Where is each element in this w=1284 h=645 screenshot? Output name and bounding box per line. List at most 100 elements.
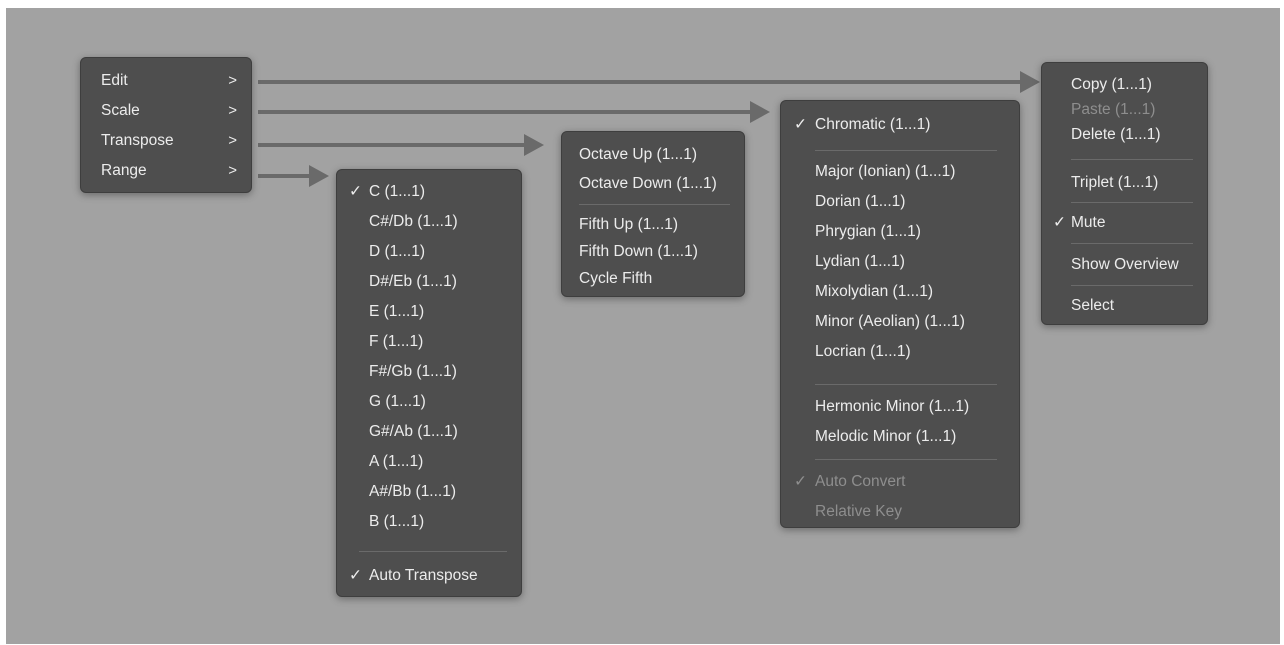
checkmark-icon: ✓ [349, 567, 362, 584]
scale-arrow-head [750, 101, 770, 123]
range-item-label: G#/Ab (1...1) [369, 423, 458, 440]
edit-item-delete[interactable]: Delete (1...1) [1042, 120, 1207, 150]
scale-item-chromatic[interactable]: ✓ Chromatic (1...1) [781, 110, 1019, 140]
edit-submenu: Copy (1...1) Paste (1...1) Delete (1...1… [1041, 62, 1208, 325]
main-menu-item-edit[interactable]: Edit > [81, 66, 251, 96]
scale-item-melodic-minor[interactable]: Melodic Minor (1...1) [781, 422, 1019, 452]
transpose-item-label: Octave Down (1...1) [579, 175, 717, 192]
edit-item-show-overview[interactable]: Show Overview [1042, 250, 1207, 280]
range-item-label: F (1...1) [369, 333, 424, 350]
transpose-item-cycle-fifth[interactable]: Cycle Fifth [562, 264, 744, 294]
scale-item-major-ionian[interactable]: Major (Ionian) (1...1) [781, 157, 1019, 187]
edit-arrow-head [1020, 71, 1040, 93]
range-item-label: B (1...1) [369, 513, 425, 530]
scale-item-harmonic-minor[interactable]: Hermonic Minor (1...1) [781, 392, 1019, 422]
menu-separator [815, 459, 997, 460]
scale-item-relative-key: Relative Key [781, 497, 1019, 527]
main-menu-item-label: Range [101, 162, 147, 179]
range-item-csharp-db[interactable]: C#/Db (1...1) [337, 207, 521, 237]
range-item-a[interactable]: A (1...1) [337, 447, 521, 477]
range-item-gsharp-ab[interactable]: G#/Ab (1...1) [337, 417, 521, 447]
scale-item-mixolydian[interactable]: Mixolydian (1...1) [781, 277, 1019, 307]
edit-item-triplet[interactable]: Triplet (1...1) [1042, 168, 1207, 198]
chevron-right-icon: > [228, 162, 237, 179]
transpose-item-label: Fifth Up (1...1) [579, 216, 679, 233]
menu-separator [579, 204, 730, 205]
scale-item-label: Major (Ionian) (1...1) [815, 163, 956, 180]
scale-item-lydian[interactable]: Lydian (1...1) [781, 247, 1019, 277]
transpose-item-fifth-down[interactable]: Fifth Down (1...1) [562, 237, 744, 267]
main-menu-item-label: Edit [101, 72, 128, 89]
chevron-right-icon: > [228, 72, 237, 89]
scale-item-minor-aeolian[interactable]: Minor (Aeolian) (1...1) [781, 307, 1019, 337]
range-item-label: F#/Gb (1...1) [369, 363, 457, 380]
main-menu-item-label: Scale [101, 102, 140, 119]
scale-item-label: Dorian (1...1) [815, 193, 906, 210]
main-menu-item-transpose[interactable]: Transpose > [81, 126, 251, 156]
main-menu-item-label: Transpose [101, 132, 174, 149]
scale-item-locrian[interactable]: Locrian (1...1) [781, 337, 1019, 367]
checkmark-icon: ✓ [1053, 214, 1066, 231]
menu-separator [359, 551, 507, 552]
main-menu-item-range[interactable]: Range > [81, 156, 251, 186]
edit-item-select[interactable]: Select [1042, 291, 1207, 321]
transpose-item-label: Octave Up (1...1) [579, 146, 698, 163]
scale-item-label: Minor (Aeolian) (1...1) [815, 313, 965, 330]
range-item-dsharp-eb[interactable]: D#/Eb (1...1) [337, 267, 521, 297]
checkmark-icon: ✓ [794, 116, 807, 133]
range-item-b[interactable]: B (1...1) [337, 507, 521, 537]
main-menu-item-scale[interactable]: Scale > [81, 96, 251, 126]
menu-separator [815, 384, 997, 385]
edit-item-label: Select [1071, 297, 1115, 314]
range-item-d[interactable]: D (1...1) [337, 237, 521, 267]
scale-item-auto-convert: ✓ Auto Convert [781, 467, 1019, 497]
chevron-right-icon: > [228, 132, 237, 149]
main-menu: Edit > Scale > Transpose > Range > [80, 57, 252, 193]
scale-item-label: Locrian (1...1) [815, 343, 911, 360]
transpose-arrow-head [524, 134, 544, 156]
range-item-label: A#/Bb (1...1) [369, 483, 457, 500]
screenshot-canvas: Edit > Scale > Transpose > Range > ✓ C (… [6, 8, 1280, 644]
range-item-label: C (1...1) [369, 183, 425, 200]
menu-separator [1071, 243, 1193, 244]
range-item-label: D (1...1) [369, 243, 425, 260]
transpose-item-fifth-up[interactable]: Fifth Up (1...1) [562, 210, 744, 240]
range-item-f[interactable]: F (1...1) [337, 327, 521, 357]
range-item-c[interactable]: ✓ C (1...1) [337, 177, 521, 207]
range-item-label: A (1...1) [369, 453, 424, 470]
menu-separator [815, 150, 997, 151]
transpose-item-label: Fifth Down (1...1) [579, 243, 698, 260]
scale-item-label: Hermonic Minor (1...1) [815, 398, 970, 415]
edit-item-label: Show Overview [1071, 256, 1179, 273]
transpose-item-label: Cycle Fifth [579, 270, 653, 287]
edit-item-label: Mute [1071, 214, 1106, 231]
range-item-auto-transpose[interactable]: ✓ Auto Transpose [337, 561, 521, 591]
range-item-label: D#/Eb (1...1) [369, 273, 457, 290]
scale-item-label: Chromatic (1...1) [815, 116, 931, 133]
transpose-item-octave-up[interactable]: Octave Up (1...1) [562, 140, 744, 170]
scale-item-dorian[interactable]: Dorian (1...1) [781, 187, 1019, 217]
edit-item-label: Triplet (1...1) [1071, 174, 1159, 191]
range-item-e[interactable]: E (1...1) [337, 297, 521, 327]
edit-item-mute[interactable]: ✓ Mute [1042, 208, 1207, 238]
scale-item-label: Lydian (1...1) [815, 253, 905, 270]
range-item-label: G (1...1) [369, 393, 426, 410]
scale-item-label: Relative Key [815, 503, 903, 520]
transpose-item-octave-down[interactable]: Octave Down (1...1) [562, 169, 744, 199]
edit-item-label: Delete (1...1) [1071, 126, 1161, 143]
scale-item-label: Auto Convert [815, 473, 906, 490]
scale-item-label: Phrygian (1...1) [815, 223, 921, 240]
range-item-fsharp-gb[interactable]: F#/Gb (1...1) [337, 357, 521, 387]
range-item-g[interactable]: G (1...1) [337, 387, 521, 417]
range-item-asharp-bb[interactable]: A#/Bb (1...1) [337, 477, 521, 507]
menu-separator [1071, 202, 1193, 203]
range-submenu: ✓ C (1...1) C#/Db (1...1) D (1...1) D#/E… [336, 169, 522, 597]
scale-item-phrygian[interactable]: Phrygian (1...1) [781, 217, 1019, 247]
chevron-right-icon: > [228, 102, 237, 119]
scale-submenu: ✓ Chromatic (1...1) Major (Ionian) (1...… [780, 100, 1020, 528]
checkmark-icon: ✓ [349, 183, 362, 200]
scale-item-label: Melodic Minor (1...1) [815, 428, 957, 445]
menu-separator [1071, 159, 1193, 160]
range-item-label: Auto Transpose [369, 567, 478, 584]
range-arrow-head [309, 165, 329, 187]
